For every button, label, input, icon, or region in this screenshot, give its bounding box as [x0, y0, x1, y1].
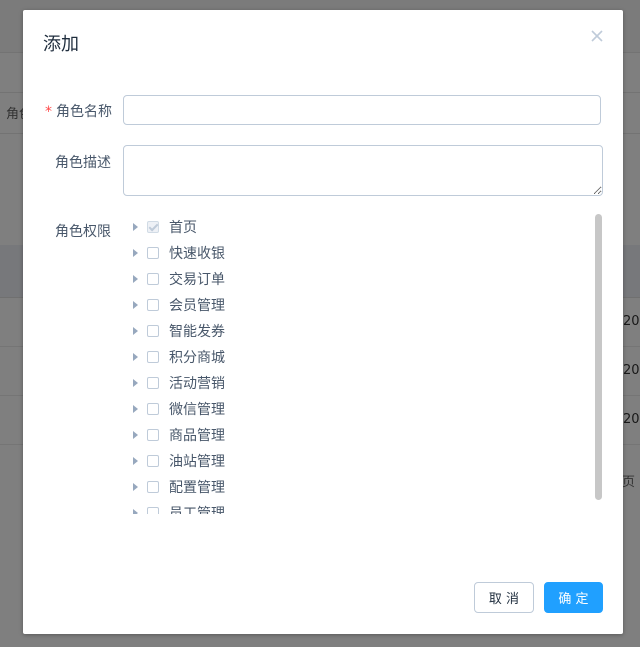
- tree-checkbox[interactable]: [147, 481, 159, 493]
- tree-scrollbar[interactable]: [595, 214, 602, 500]
- tree-node[interactable]: 员工管理: [123, 500, 583, 514]
- cancel-button[interactable]: 取 消: [474, 582, 534, 613]
- caret-right-icon[interactable]: [133, 457, 138, 465]
- tree-node-label: 员工管理: [169, 506, 225, 514]
- tree-node-label: 油站管理: [169, 454, 225, 470]
- tree-checkbox[interactable]: [147, 221, 159, 233]
- caret-right-icon[interactable]: [133, 483, 138, 491]
- tree-node-label: 商品管理: [169, 428, 225, 444]
- tree-node[interactable]: 智能发券: [123, 318, 583, 344]
- tree-node-label: 交易订单: [169, 272, 225, 288]
- tree-checkbox[interactable]: [147, 429, 159, 441]
- tree-node[interactable]: 商品管理: [123, 422, 583, 448]
- caret-right-icon[interactable]: [133, 509, 138, 514]
- tree-node[interactable]: 快速收银: [123, 240, 583, 266]
- tree-node[interactable]: 油站管理: [123, 448, 583, 474]
- tree-node-label: 首页: [169, 220, 197, 236]
- tree-node-label: 会员管理: [169, 298, 225, 314]
- tree-node-label: 快速收银: [169, 246, 225, 262]
- tree-checkbox[interactable]: [147, 377, 159, 389]
- tree-node-label: 积分商城: [169, 350, 225, 366]
- tree-node[interactable]: 活动营销: [123, 370, 583, 396]
- tree-checkbox[interactable]: [147, 325, 159, 337]
- tree-node-label: 配置管理: [169, 480, 225, 496]
- caret-right-icon[interactable]: [133, 249, 138, 257]
- role-desc-label: 角色描述: [55, 155, 111, 171]
- tree-node-label: 智能发券: [169, 324, 225, 340]
- tree-node[interactable]: 交易订单: [123, 266, 583, 292]
- caret-right-icon[interactable]: [133, 353, 138, 361]
- caret-right-icon[interactable]: [133, 431, 138, 439]
- tree-checkbox[interactable]: [147, 403, 159, 415]
- tree-node[interactable]: 微信管理: [123, 396, 583, 422]
- tree-node-label: 活动营销: [169, 376, 225, 392]
- role-permissions-label: 角色权限: [55, 224, 111, 240]
- permission-tree: 首页快速收银交易订单会员管理智能发券积分商城活动营销微信管理商品管理油站管理配置…: [123, 214, 603, 514]
- tree-checkbox[interactable]: [147, 299, 159, 311]
- role-name-input[interactable]: [123, 95, 601, 125]
- role-name-label: * 角色名称: [45, 101, 112, 121]
- caret-right-icon[interactable]: [133, 223, 138, 231]
- confirm-button[interactable]: 确 定: [544, 582, 603, 613]
- tree-checkbox[interactable]: [147, 247, 159, 259]
- tree-node[interactable]: 积分商城: [123, 344, 583, 370]
- tree-node[interactable]: 会员管理: [123, 292, 583, 318]
- role-desc-textarea[interactable]: [123, 145, 603, 196]
- required-mark: *: [45, 104, 52, 120]
- caret-right-icon[interactable]: [133, 405, 138, 413]
- tree-checkbox[interactable]: [147, 273, 159, 285]
- caret-right-icon[interactable]: [133, 327, 138, 335]
- tree-checkbox[interactable]: [147, 351, 159, 363]
- caret-right-icon[interactable]: [133, 275, 138, 283]
- caret-right-icon[interactable]: [133, 301, 138, 309]
- caret-right-icon[interactable]: [133, 379, 138, 387]
- tree-node-label: 微信管理: [169, 402, 225, 418]
- dialog-title: 添加: [43, 34, 79, 55]
- role-name-label-text: 角色名称: [56, 104, 112, 120]
- add-role-dialog: 添加 * 角色名称 角色描述 角色权限 首页快速收银交易订单会员管理智能发券积分商…: [23, 10, 623, 634]
- tree-checkbox[interactable]: [147, 507, 159, 514]
- tree-checkbox[interactable]: [147, 455, 159, 467]
- tree-node[interactable]: 配置管理: [123, 474, 583, 500]
- tree-node[interactable]: 首页: [123, 214, 583, 240]
- close-icon[interactable]: [589, 28, 605, 44]
